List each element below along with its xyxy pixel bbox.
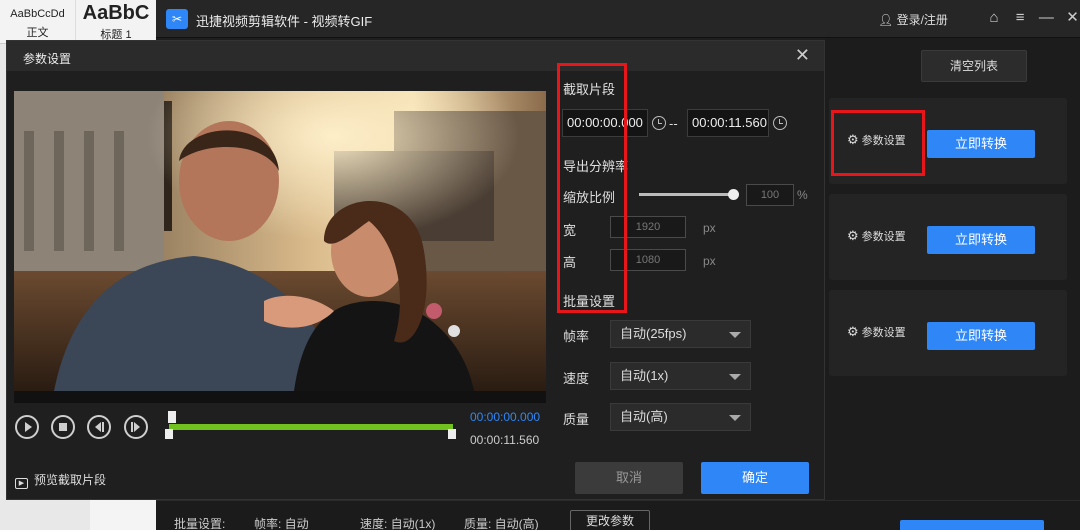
convert-button[interactable]: 立即转换: [927, 130, 1035, 158]
gear-icon: ⚙: [847, 228, 859, 243]
convert-button[interactable]: 立即转换: [927, 226, 1035, 254]
window-controls: ⌂ ≡ — ✕: [983, 8, 1080, 26]
clip-end-handle[interactable]: [448, 429, 456, 439]
app-titlebar: ✂ 迅捷视频剪辑软件 - 视频转GIF 👤︎ 登录/注册 ⌂ ≡ — ✕: [156, 0, 1080, 38]
gear-icon: ⚙: [847, 324, 859, 339]
chevron-down-icon: [729, 374, 741, 380]
video-bottom-strip: [14, 391, 546, 403]
clock-icon[interactable]: [652, 116, 666, 130]
next-frame-icon[interactable]: [124, 415, 148, 439]
params-link-label: 参数设置: [861, 231, 906, 243]
quality-label: 质量: [563, 412, 590, 427]
task-card: ⚙ 参数设置 立即转换: [829, 194, 1067, 280]
total-time: 00:00:11.560: [470, 433, 540, 447]
app-title: 迅捷视频剪辑软件 - 视频转GIF: [196, 14, 373, 29]
word-style-heading1[interactable]: AaBbC 标题 1: [76, 0, 156, 44]
close-icon[interactable]: ✕: [795, 45, 810, 66]
annotation-box: [557, 63, 627, 313]
video-preview: [14, 91, 546, 391]
play-icon[interactable]: [15, 415, 39, 439]
style-sample: AaBbC: [82, 2, 150, 24]
current-time: 00:00:00.000: [470, 410, 541, 424]
scale-unit: %: [797, 188, 808, 202]
stop-icon[interactable]: [51, 415, 75, 439]
speed-label: 速度: [563, 371, 590, 386]
quality-value: 自动(高): [620, 409, 668, 424]
clip-separator: --: [669, 116, 678, 131]
preview-clip-button[interactable]: ▶ 预览截取片段: [15, 471, 106, 489]
clip-timeline[interactable]: [169, 424, 453, 430]
params-link-label: 参数设置: [861, 327, 906, 339]
scale-slider[interactable]: [639, 193, 733, 196]
dialog-title: 参数设置: [23, 52, 72, 66]
preview-clip-label: 预览截取片段: [34, 473, 107, 487]
convert-button[interactable]: 立即转换: [927, 322, 1035, 350]
prev-frame-icon[interactable]: [87, 415, 111, 439]
user-icon: 👤︎: [878, 13, 894, 27]
batch-speed: 速度: 自动(1x): [360, 517, 436, 530]
framerate-label: 帧率: [563, 329, 590, 344]
annotation-box: [831, 110, 925, 176]
confirm-button[interactable]: 确定: [701, 462, 809, 494]
params-link[interactable]: ⚙ 参数设置: [847, 228, 906, 244]
scale-input[interactable]: 100: [746, 184, 794, 206]
video-frame-image: [14, 91, 546, 391]
height-unit: px: [703, 254, 716, 268]
app-logo-icon: ✂: [166, 9, 188, 29]
menu-icon[interactable]: ≡: [1009, 9, 1031, 26]
dialog-header: 参数设置 ✕: [7, 41, 824, 71]
task-card: ⚙ 参数设置 立即转换: [829, 290, 1067, 376]
style-name: 正文: [26, 27, 49, 39]
word-style-normal[interactable]: AaBbCcDd 正文: [0, 0, 76, 44]
minimize-icon[interactable]: —: [1035, 9, 1057, 26]
style-sample: AaBbCcDd: [10, 8, 65, 20]
change-params-button[interactable]: 更改参数: [570, 510, 650, 530]
speed-value: 自动(1x): [620, 368, 669, 383]
batch-framerate: 帧率: 自动: [254, 517, 309, 530]
params-dialog: 参数设置 ✕ 00:00:00.000 00:00:11.560 ▶ 预览截取片…: [6, 40, 825, 500]
speed-select[interactable]: 自动(1x): [610, 362, 751, 390]
batch-quality: 质量: 自动(高): [464, 517, 539, 530]
home-icon[interactable]: ⌂: [983, 9, 1005, 26]
quality-select[interactable]: 自动(高): [610, 403, 751, 431]
width-unit: px: [703, 221, 716, 235]
cancel-button[interactable]: 取消: [575, 462, 683, 494]
login-button[interactable]: 👤︎ 登录/注册: [878, 11, 948, 28]
clip-end-input[interactable]: 00:00:11.560: [687, 109, 769, 137]
preview-play-icon: ▶: [15, 478, 28, 489]
clear-list-button[interactable]: 清空列表: [921, 50, 1027, 82]
close-window-icon[interactable]: ✕: [1062, 8, 1080, 26]
params-link[interactable]: ⚙ 参数设置: [847, 324, 906, 340]
timeline-start-handle[interactable]: [168, 411, 176, 423]
batch-label: 批量设置:: [174, 517, 226, 530]
chevron-down-icon: [729, 415, 741, 421]
clock-icon[interactable]: [773, 116, 787, 130]
chevron-down-icon: [729, 332, 741, 338]
bottom-action-button[interactable]: [900, 520, 1044, 530]
clip-start-handle[interactable]: [165, 429, 173, 439]
framerate-value: 自动(25fps): [620, 326, 687, 341]
scale-slider-knob[interactable]: [727, 189, 739, 200]
framerate-select[interactable]: 自动(25fps): [610, 320, 751, 348]
login-label: 登录/注册: [896, 13, 948, 27]
word-style-gallery: AaBbCcDd 正文 AaBbC 标题 1: [0, 0, 156, 44]
task-list-panel: 清空列表 ⚙ 参数设置 立即转换 ⚙ 参数设置 立即转换 ⚙ 参数设置 立即转换: [825, 38, 1080, 500]
